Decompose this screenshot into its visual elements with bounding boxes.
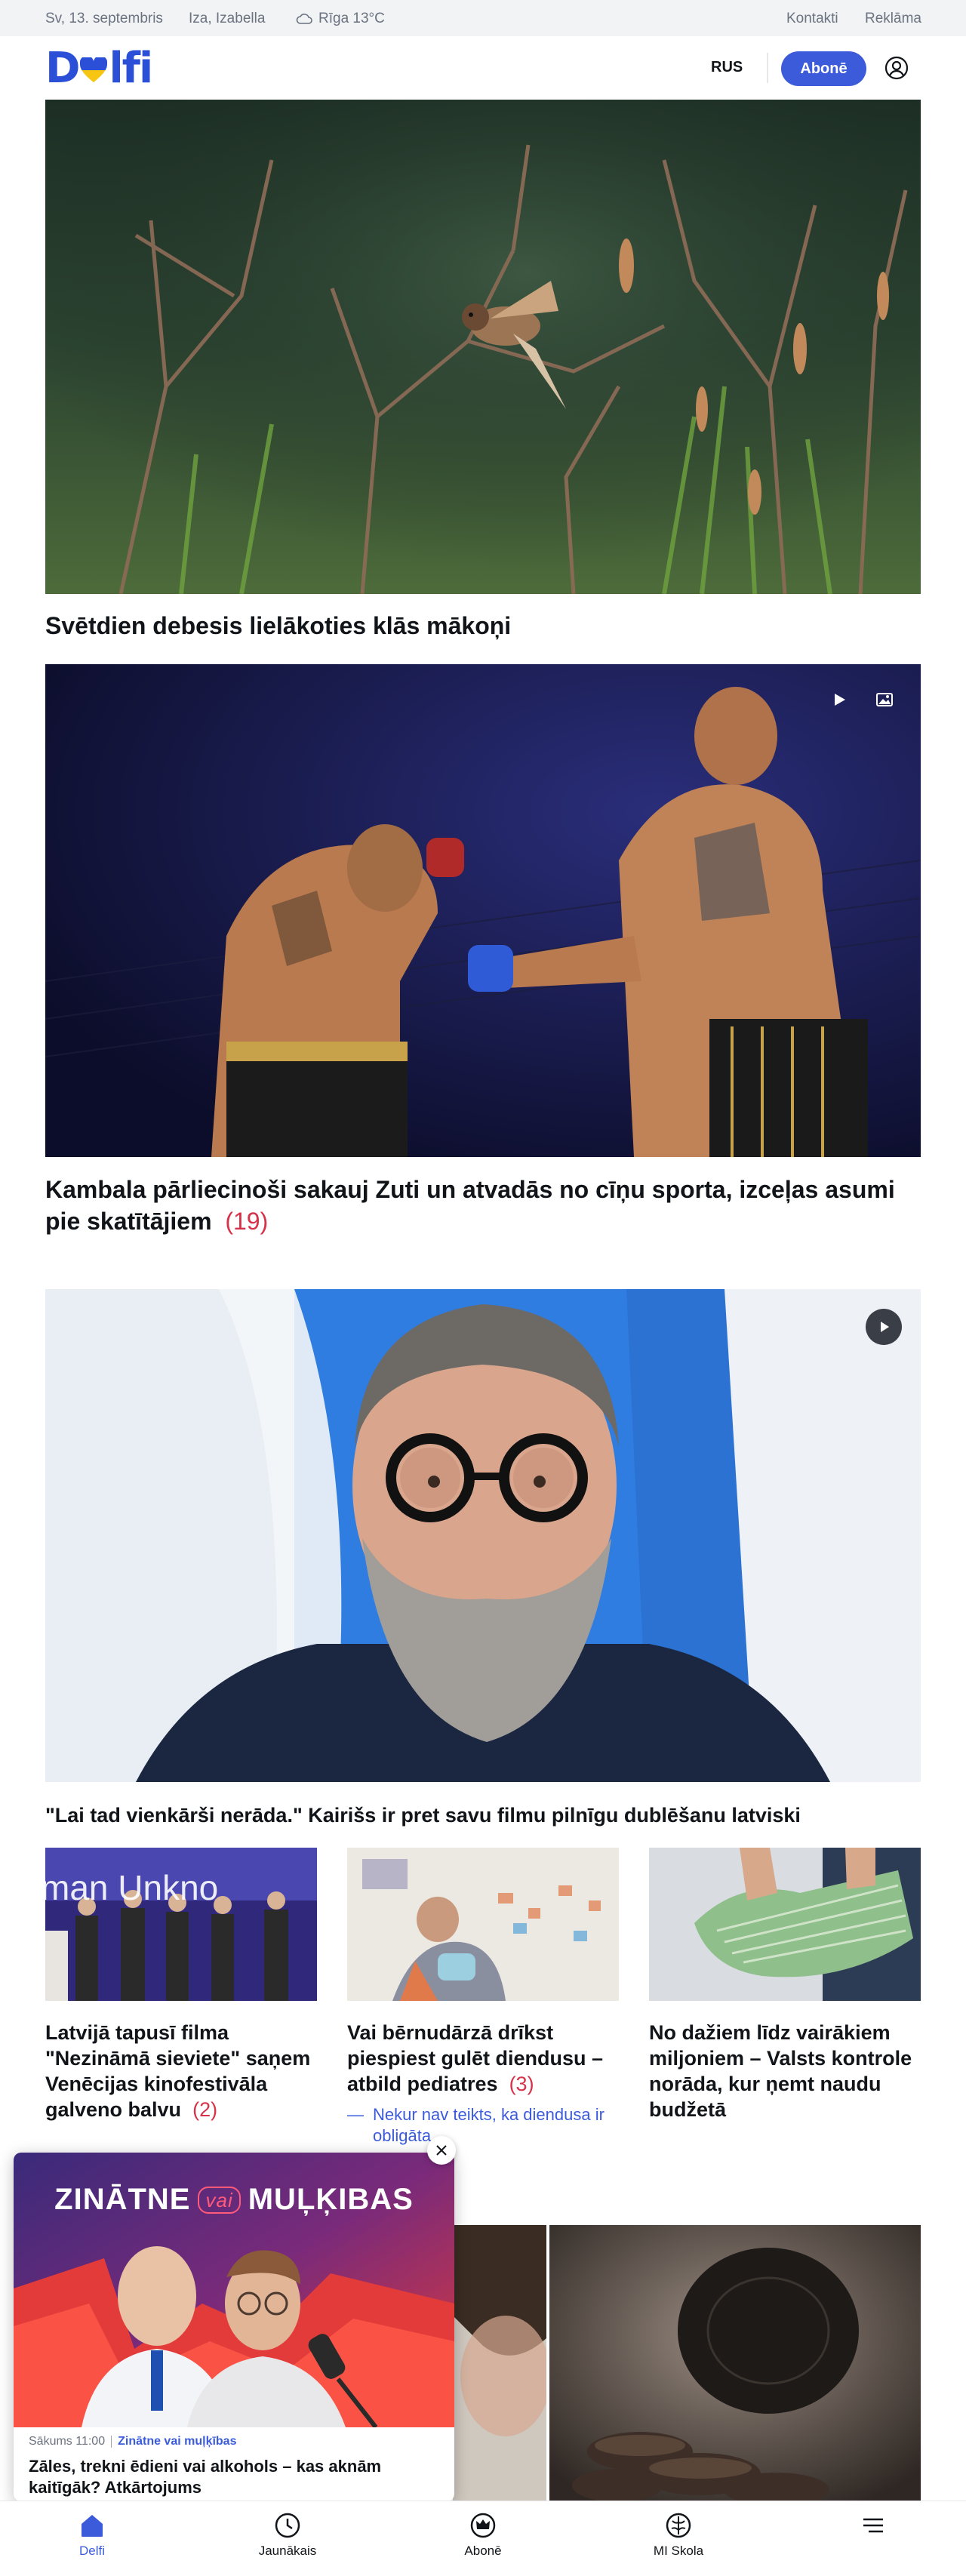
article-2-image-link[interactable] [45, 664, 921, 1157]
bottom-navigation: Delfi Jaunākais Abonē MI Skola [0, 2501, 966, 2576]
header-divider [767, 53, 768, 83]
nav-item-ai-school[interactable]: MI Skola [626, 2512, 731, 2559]
menu-icon [863, 2518, 883, 2533]
logo-letters-lfi: lfi [109, 44, 153, 93]
popup-category[interactable]: Zinātne vai muļķības [118, 2435, 236, 2448]
small-article-3-title[interactable]: No dažiem līdz vairākiem miljoniem – Val… [649, 2020, 921, 2122]
mushrooms-photo [549, 2225, 921, 2501]
video-badge [866, 1309, 902, 1345]
small-article-1-image-link[interactable]: man Unkno [45, 1848, 317, 2001]
small-article-2-title-text: Vai bērnudārzā drīkst piespiest gulēt di… [347, 2021, 604, 2095]
weather-label: Rīga 13°C [318, 11, 385, 26]
site-header: D lfi RUS Abonē [0, 36, 966, 100]
nav-item-menu[interactable] [820, 2512, 926, 2544]
popup-title[interactable]: Zāles, trekni ēdieni vai alkohols – kas … [29, 2456, 444, 2498]
video-popup[interactable]: ZINĀTNE vai MUĻĶIBAS Sākums 11:00 Zinātn… [14, 2153, 454, 2501]
article-2-title-text: Kambala pārliecinoši sakauj Zuti un atva… [45, 1176, 895, 1235]
play-icon [835, 694, 845, 706]
weather-widget[interactable]: Rīga 13°C [296, 11, 385, 27]
user-account-icon[interactable] [884, 56, 909, 80]
logo-letter-d: D [45, 44, 81, 93]
crown-icon [470, 2513, 496, 2538]
comment-count[interactable]: (19) [225, 1208, 268, 1235]
brain-icon [666, 2513, 691, 2538]
article-1-title[interactable]: Svētdien debesis lielākoties klās mākoņi [45, 610, 921, 642]
comment-count[interactable]: (2) [192, 2098, 217, 2121]
nav-item-latest[interactable]: Jaunākais [235, 2512, 340, 2559]
video-badge [826, 687, 852, 712]
gallery-icon [876, 693, 893, 706]
comment-count[interactable]: (3) [509, 2073, 534, 2095]
article-3-title[interactable]: "Lai tad vienkārši nerāda." Kairišs ir p… [45, 1802, 921, 1828]
article-3-image-link[interactable] [45, 1289, 921, 1782]
small-article-2-image-link[interactable] [347, 1848, 619, 2001]
money-photo [649, 1848, 921, 2001]
nav-label: Abonē [464, 2544, 502, 2558]
play-icon [881, 1322, 889, 1332]
nav-item-delfi[interactable]: Delfi [39, 2512, 145, 2559]
heart-flag-icon [80, 57, 108, 82]
subscribe-button[interactable]: Abonē [781, 51, 866, 86]
related-article-link[interactable]: — Nekur nav teikts, ka diendusa ir oblig… [347, 2104, 619, 2147]
mushroom-article-image-link[interactable] [549, 2225, 921, 2501]
nav-label: Jaunākais [258, 2544, 317, 2558]
fight-photo [45, 664, 921, 1157]
article-2-title[interactable]: Kambala pārliecinoši sakauj Zuti un atva… [45, 1174, 921, 1237]
next-article-image-link[interactable] [453, 2225, 546, 2501]
delfi-logo[interactable]: D lfi [45, 44, 153, 93]
popup-video-thumbnail[interactable]: ZINĀTNE vai MUĻĶIBAS [14, 2153, 454, 2427]
show-logo-part2: vai [198, 2186, 241, 2214]
related-dash: — [347, 2105, 364, 2124]
popup-close-button[interactable] [427, 2136, 456, 2165]
advertising-link[interactable]: Reklāma [865, 11, 921, 27]
small-article-1-title[interactable]: Latvijā tapusī filma "Nezināmā sieviete"… [45, 2020, 317, 2122]
nav-item-subscribe[interactable]: Abonē [430, 2512, 536, 2559]
related-article-title: Nekur nav teikts, ka diendusa ir obligāt… [373, 2105, 605, 2145]
show-logo: ZINĀTNE vai MUĻĶIBAS [14, 2183, 454, 2217]
image-overlay-text: man Unkno [45, 1868, 219, 1907]
small-article-2-title[interactable]: Vai bērnudārzā drīkst piespiest gulēt di… [347, 2020, 619, 2097]
gallery-badge [872, 687, 897, 712]
portrait-partial-photo [453, 2225, 546, 2501]
kindergarten-photo [347, 1848, 619, 2001]
clock-icon [275, 2513, 300, 2538]
home-icon [82, 2515, 103, 2537]
namedays-label: Iza, Izabella [189, 11, 266, 26]
close-icon [436, 2145, 447, 2156]
nav-label: MI Skola [653, 2544, 704, 2558]
contacts-link[interactable]: Kontakti [786, 11, 838, 27]
show-logo-part3: MUĻĶIBAS [248, 2183, 414, 2216]
bird-photo [45, 100, 921, 594]
language-switch[interactable]: RUS [711, 59, 743, 76]
show-logo-part1: ZINĀTNE [54, 2183, 191, 2216]
cloud-icon [296, 14, 312, 24]
nav-label: Delfi [78, 2544, 105, 2558]
small-article-3-image-link[interactable] [649, 1848, 921, 2001]
meta-divider [111, 2436, 112, 2448]
top-utility-bar: Sv, 13. septembris Iza, Izabella Rīga 13… [0, 0, 966, 36]
small-article-1-title-text: Latvijā tapusī filma "Nezināmā sieviete"… [45, 2021, 311, 2121]
portrait-photo [45, 1289, 921, 1782]
popup-time: Sākums 11:00 [29, 2435, 106, 2448]
date-label: Sv, 13. septembris [45, 11, 163, 26]
article-1-image-link[interactable] [45, 100, 921, 594]
popup-meta: Sākums 11:00 Zinātne vai muļķības [29, 2435, 236, 2448]
